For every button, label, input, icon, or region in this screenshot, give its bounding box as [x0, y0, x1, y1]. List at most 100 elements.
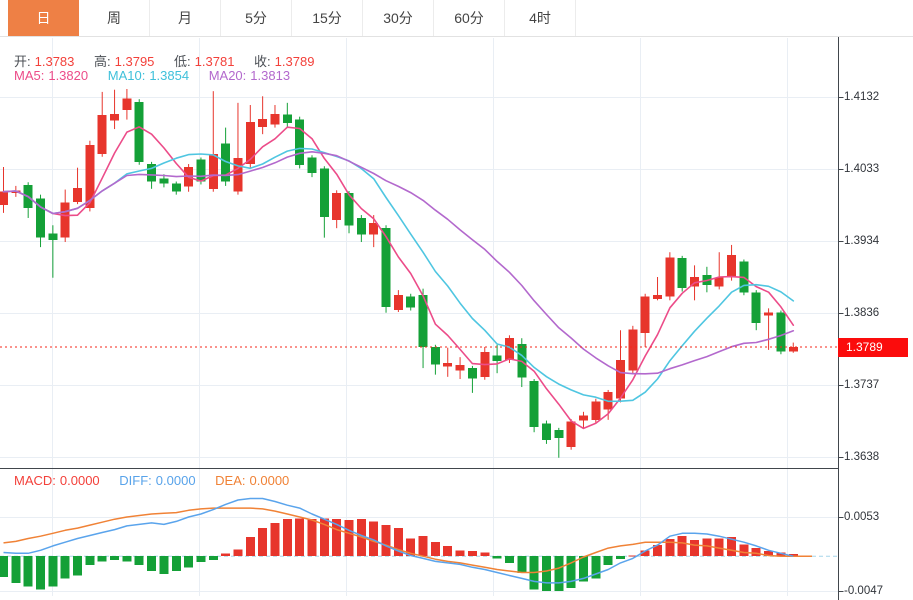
macd-bar-up: [233, 550, 242, 557]
macd-readout: MACD:0.0000 DIFF:0.0000 DEA:0.0000: [14, 473, 293, 488]
candle-up: [73, 188, 82, 202]
candle-up: [122, 98, 131, 110]
close-label: 收:: [254, 54, 271, 69]
y-axis-label: 1.3737: [844, 378, 908, 392]
tab-5min[interactable]: 5分: [221, 0, 292, 36]
macd-bar-up: [246, 537, 255, 556]
macd-bar-up: [431, 542, 440, 556]
macd-bar-up: [295, 518, 304, 556]
diff-label: DIFF:: [119, 473, 152, 488]
macd-bar-down: [517, 556, 526, 573]
candle-up: [61, 203, 70, 238]
ma-readout: MA5:1.3820 MA10:1.3854 MA20:1.3813: [14, 68, 294, 83]
ma5-line: [4, 127, 794, 429]
candle-down: [135, 102, 144, 162]
macd-bar-up: [270, 523, 279, 556]
macd-bar-up: [752, 548, 761, 556]
high-value: 1.3795: [115, 54, 155, 69]
diff-value: 0.0000: [156, 473, 196, 488]
candle-down: [431, 347, 440, 364]
current-price-tag: 1.3789: [838, 338, 908, 357]
candle-up: [727, 255, 736, 278]
macd-bar-up: [258, 528, 267, 556]
y-axis-label: 1.4132: [844, 90, 908, 104]
tab-month[interactable]: 月: [150, 0, 221, 36]
candle-down: [320, 168, 329, 217]
tab-week[interactable]: 周: [79, 0, 150, 36]
candle-up: [789, 347, 798, 351]
chart-canvas[interactable]: [0, 0, 913, 600]
macd-bar-down: [196, 556, 205, 562]
candle-down: [493, 356, 502, 361]
candle-down: [159, 179, 168, 184]
candle-up: [579, 415, 588, 420]
open-value: 1.3783: [35, 54, 75, 69]
macd-bar-down: [61, 556, 70, 578]
macd-bar-down: [24, 556, 33, 586]
macd-bar-down: [85, 556, 94, 565]
macd-bar-down: [36, 556, 45, 589]
macd-bar-up: [221, 553, 230, 556]
trading-chart-screen: 日 周 月 5分 15分 30分 60分 4时 开: 1.3783 高: 1.379…: [0, 0, 913, 600]
candle-down: [196, 160, 205, 182]
close-value: 1.3789: [275, 54, 315, 69]
macd-bar-up: [480, 553, 489, 557]
ma20-label: MA20:: [209, 68, 247, 83]
macd-bar-up: [382, 525, 391, 556]
tab-day[interactable]: 日: [8, 0, 79, 36]
macd-bar-down: [616, 556, 625, 559]
candle-down: [308, 157, 317, 172]
macd-bar-up: [702, 538, 711, 556]
macd-bar-down: [147, 556, 156, 571]
macd-bar-up: [456, 550, 465, 556]
dea-label: DEA:: [215, 473, 245, 488]
candle-up: [591, 402, 600, 420]
tab-60min[interactable]: 60分: [434, 0, 505, 36]
low-value: 1.3781: [195, 54, 235, 69]
candle-up: [628, 329, 637, 370]
candle-down: [752, 292, 761, 323]
macd-bar-down: [98, 556, 107, 561]
macd-bar-up: [690, 540, 699, 556]
macd-bar-down: [0, 556, 8, 577]
tab-15min[interactable]: 15分: [292, 0, 363, 36]
y-axis-label: 1.3836: [844, 306, 908, 320]
macd-bar-up: [345, 520, 354, 556]
candle-down: [406, 297, 415, 308]
candle-up: [653, 295, 662, 299]
macd-bar-down: [505, 556, 514, 563]
macd-value: 0.0000: [60, 473, 100, 488]
open-label: 开:: [14, 54, 31, 69]
candle-down: [283, 114, 292, 123]
candle-up: [567, 421, 576, 447]
macd-bar-down: [135, 556, 144, 565]
ma5-value: 1.3820: [48, 68, 88, 83]
candle-up: [270, 114, 279, 125]
low-label: 低:: [174, 54, 191, 69]
candle-down: [295, 120, 304, 165]
macd-bar-down: [122, 556, 131, 561]
dea-value: 0.0000: [250, 473, 290, 488]
candle-down: [468, 368, 477, 378]
macd-bar-down: [542, 556, 551, 591]
tab-30min[interactable]: 30分: [363, 0, 434, 36]
macd-bar-down: [554, 556, 563, 591]
candle-up: [258, 119, 267, 127]
macd-bar-down: [172, 556, 181, 571]
candle-down: [530, 381, 539, 427]
candle-up: [0, 192, 8, 205]
macd-axis-label: -0.0047: [844, 584, 908, 598]
macd-bar-down: [73, 556, 82, 575]
macd-bar-down: [11, 556, 20, 583]
candle-up: [443, 363, 452, 367]
high-label: 高:: [94, 54, 111, 69]
candle-down: [678, 258, 687, 288]
ma20-line: [4, 152, 794, 374]
tab-4hour[interactable]: 4时: [505, 0, 576, 36]
macd-axis-label: 0.0053: [844, 510, 908, 524]
candle-up: [110, 114, 119, 121]
candle-down: [382, 228, 391, 307]
macd-bar-up: [468, 551, 477, 556]
macd-bar-down: [110, 556, 119, 560]
candle-up: [764, 313, 773, 316]
